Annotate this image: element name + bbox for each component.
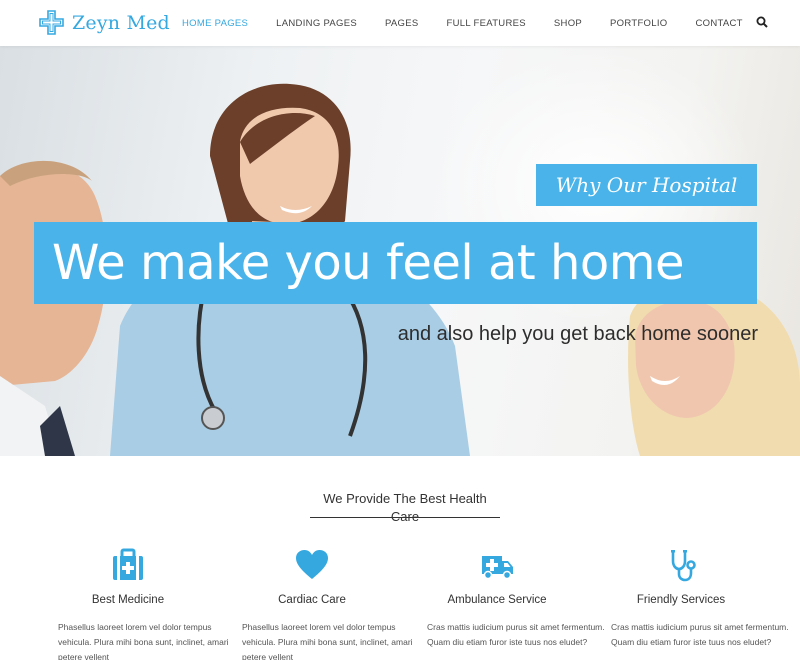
section-title-text: We Provide The Best Health Care [323, 491, 487, 524]
nav-item-full-features[interactable]: FULL FEATURES [447, 18, 526, 29]
search-icon[interactable] [756, 16, 768, 28]
hero-tag: Why Our Hospital [536, 164, 757, 206]
heart-icon [296, 550, 328, 579]
brand-name: Zeyn Med [72, 11, 170, 34]
logo[interactable]: Zeyn Med [39, 10, 170, 35]
feature-title: Best Medicine [91, 594, 165, 606]
site-header: Zeyn Med HOME PAGES LANDING PAGES PAGES … [0, 0, 800, 46]
hero-tag-text: Why Our Hospital [555, 173, 738, 197]
feature-text: Cras mattis iudicium purus sit amet ferm… [427, 622, 605, 647]
nav-item-landing-pages[interactable]: LANDING PAGES [276, 18, 357, 29]
hero-subline: and also help you get back home sooner [397, 323, 758, 345]
feature-text: Phasellus laoreet lorem vel dolor tempus… [242, 622, 413, 660]
hero-headline: We make you feel at home [52, 235, 685, 291]
medical-cross-icon [39, 10, 64, 35]
hero-headline-box: We make you feel at home [34, 222, 757, 304]
nav-item-pages[interactable]: PAGES [385, 18, 419, 29]
feature-text: Phasellus laoreet lorem vel dolor tempus… [58, 622, 229, 660]
feature-title: Cardiac Care [278, 594, 346, 606]
nav-item-shop[interactable]: SHOP [554, 18, 582, 29]
stethoscope-icon [671, 550, 696, 582]
nav-item-portfolio[interactable]: PORTFOLIO [610, 18, 667, 29]
medical-kit-icon [113, 548, 143, 580]
feature-text: Cras mattis iudicium purus sit amet ferm… [611, 622, 789, 647]
nav-item-contact[interactable]: CONTACT [695, 18, 742, 29]
section-title: We Provide The Best Health Care [310, 490, 500, 526]
feature-title: Ambulance Service [447, 594, 547, 606]
main-nav: HOME PAGES LANDING PAGES PAGES FULL FEAT… [182, 0, 771, 46]
ambulance-icon [482, 556, 513, 580]
feature-title: Friendly Services [636, 594, 726, 606]
features-row: Best Medicine Phasellus laoreet lorem ve… [0, 540, 800, 660]
nav-item-home-pages[interactable]: HOME PAGES [182, 18, 248, 29]
hero-banner: Why Our Hospital We make you feel at hom… [0, 46, 800, 456]
section-divider [310, 517, 500, 518]
